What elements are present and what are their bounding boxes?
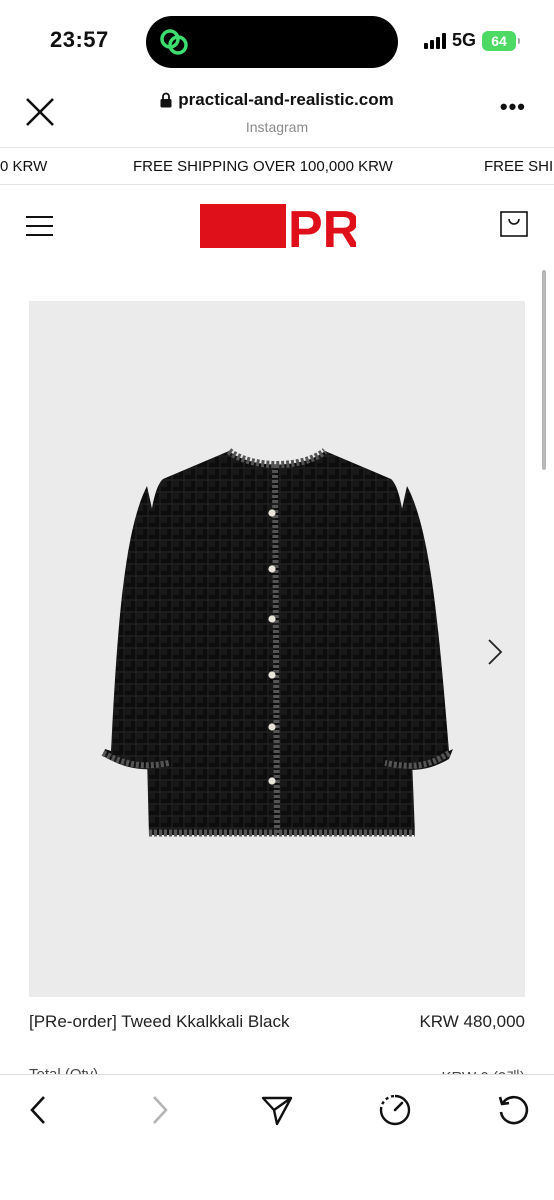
product-image[interactable] xyxy=(29,301,525,997)
site-header: PR xyxy=(0,196,554,256)
dynamic-island xyxy=(146,16,398,68)
shipping-banner: 0 KRW FREE SHIPPING OVER 100,000 KRW FRE… xyxy=(0,147,554,185)
status-indicators: 5G 64 xyxy=(423,30,520,51)
lock-icon xyxy=(160,92,172,108)
shopping-bag-icon[interactable] xyxy=(500,211,528,237)
chevron-right-icon[interactable] xyxy=(487,638,503,666)
speedometer-icon[interactable] xyxy=(378,1093,412,1127)
more-icon[interactable]: ••• xyxy=(500,96,526,118)
battery-icon: 64 xyxy=(482,30,520,51)
banner-fragment-right: FREE SHI xyxy=(484,158,554,175)
back-icon[interactable] xyxy=(22,1093,56,1127)
browser-toolbar xyxy=(0,1074,554,1200)
hamburger-menu-icon[interactable] xyxy=(26,216,53,236)
status-time: 23:57 xyxy=(50,27,109,52)
url-source: Instagram xyxy=(245,119,309,135)
url-text: practical-and-realistic.com xyxy=(178,90,394,109)
status-bar: 23:57 5G 64 xyxy=(0,0,554,80)
product-price: KRW 480,000 xyxy=(419,1012,525,1031)
link-icon xyxy=(160,29,188,55)
logo-text: PR xyxy=(288,204,356,248)
reload-icon[interactable] xyxy=(496,1093,530,1127)
signal-icon xyxy=(423,32,446,49)
banner-fragment-left: 0 KRW xyxy=(0,158,48,175)
url-display[interactable]: practical-and-realistic.com Instagram xyxy=(0,90,554,135)
product-name: [PRe-order] Tweed Kkalkkali Black xyxy=(29,1012,290,1031)
brand-logo[interactable]: PR xyxy=(200,204,356,248)
jacket-image xyxy=(101,448,453,837)
scrollbar[interactable] xyxy=(542,270,546,470)
battery-level: 64 xyxy=(491,32,507,49)
banner-text: FREE SHIPPING OVER 100,000 KRW xyxy=(133,158,393,175)
forward-icon[interactable] xyxy=(142,1093,176,1127)
browser-header: practical-and-realistic.com Instagram ••… xyxy=(0,80,554,146)
network-type: 5G xyxy=(451,30,476,50)
send-icon[interactable] xyxy=(260,1093,294,1127)
